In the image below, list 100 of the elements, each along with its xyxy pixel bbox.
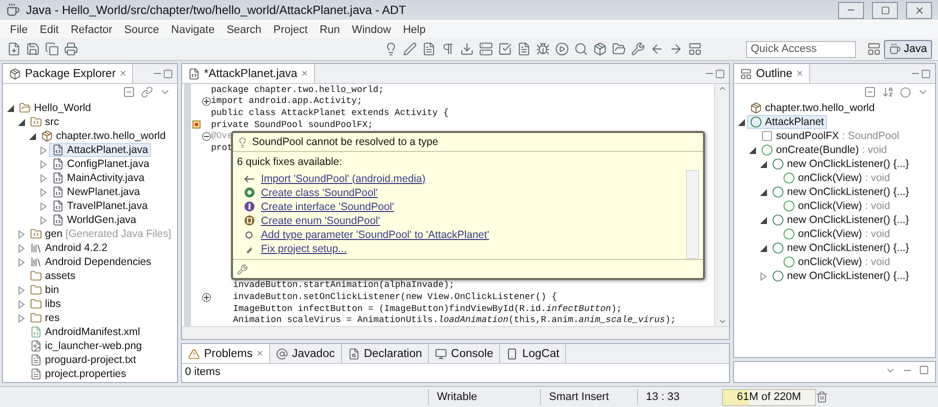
collapse-arrow-icon[interactable] <box>737 118 746 126</box>
tree-item[interactable]: TravelPlanet.java <box>49 199 151 213</box>
collapse-arrow-icon[interactable] <box>28 132 37 140</box>
quick-fix-link[interactable]: Create interface 'SoundPool' <box>243 200 686 213</box>
collapse-arrow-icon[interactable] <box>759 216 768 224</box>
quick-fix-link[interactable]: Add type parameter 'SoundPool' to 'AttackPlanet' <box>243 228 686 241</box>
tree-item[interactable]: onClick(View) : void <box>780 171 894 185</box>
checkbox-icon[interactable] <box>498 42 512 56</box>
expand-arrow-icon[interactable] <box>39 174 48 182</box>
quick-fix-link[interactable]: Create enum 'SoundPool' <box>243 214 686 227</box>
tree-item[interactable]: src <box>27 115 62 129</box>
popup-scrollbar[interactable] <box>686 170 699 259</box>
printer-icon[interactable] <box>64 42 78 56</box>
quick-fix-link[interactable]: Create class 'SoundPool' <box>243 186 686 199</box>
java-perspective-button[interactable]: Java <box>884 40 932 58</box>
tree-item[interactable]: new OnClickListener() {...} <box>769 269 912 283</box>
vertical-scrollbar[interactable] <box>714 84 729 326</box>
tree-item[interactable]: Android 4.2.2 <box>27 241 110 255</box>
tree-item[interactable]: new OnClickListener() {...} <box>769 185 912 199</box>
expand-arrow-icon[interactable] <box>17 314 26 322</box>
close-icon[interactable]: × <box>301 68 308 80</box>
tree-item[interactable]: soundPoolFX : SoundPool <box>758 129 902 143</box>
tree-item[interactable]: chapter.two.hello_world <box>38 129 169 143</box>
tree-item[interactable]: assets <box>27 269 78 283</box>
expand-arrow-icon[interactable] <box>17 230 26 238</box>
tree-item[interactable]: WorldGen.java <box>49 213 140 227</box>
quick-access-field[interactable]: Quick Access <box>746 40 856 58</box>
tree-item[interactable]: MainActivity.java <box>49 171 148 185</box>
menu-item[interactable]: Edit <box>34 24 65 36</box>
close-icon[interactable]: × <box>120 68 126 80</box>
menu-item[interactable]: Help <box>396 24 432 36</box>
back-icon[interactable] <box>650 42 664 56</box>
tree-item[interactable]: Android Dependencies <box>27 255 154 269</box>
tree-item[interactable]: new OnClickListener() {...} <box>769 213 912 227</box>
maximize-button[interactable] <box>872 2 898 18</box>
tree-item[interactable]: onClick(View) : void <box>780 199 894 213</box>
expand-arrow-icon[interactable] <box>39 202 48 210</box>
menu-item[interactable]: Run <box>314 24 346 36</box>
tree-item[interactable]: new OnClickListener() {...} <box>769 157 912 171</box>
tree-item[interactable]: res <box>27 311 63 325</box>
folder-icon[interactable] <box>612 42 626 56</box>
maximize-icon[interactable] <box>921 68 931 78</box>
collapse-all-icon[interactable] <box>123 86 135 98</box>
expand-arrow-icon[interactable] <box>39 216 48 224</box>
tree-item[interactable]: NewPlanet.java <box>49 185 143 199</box>
package-icon[interactable] <box>592 42 607 56</box>
open-perspective-icon[interactable] <box>866 42 881 56</box>
menu-item[interactable]: Refactor <box>64 24 118 36</box>
expand-arrow-icon[interactable] <box>17 258 26 266</box>
tree-item[interactable]: chapter.two.hello_world <box>747 101 878 115</box>
tree-item[interactable]: new OnClickListener() {...} <box>769 241 912 255</box>
view-tab[interactable]: Problems × <box>182 344 270 363</box>
quick-fix-link[interactable]: Fix project setup... <box>243 242 686 255</box>
maximize-icon[interactable] <box>163 68 173 78</box>
close-button[interactable] <box>906 2 932 18</box>
collapse-arrow-icon[interactable] <box>759 244 768 252</box>
copy-icon[interactable] <box>45 42 59 56</box>
expand-arrow-icon[interactable] <box>39 146 48 154</box>
tree-item[interactable]: Hello_World <box>16 101 94 115</box>
collapse-arrow-icon[interactable] <box>17 118 26 126</box>
tree-item[interactable]: libs <box>27 297 64 311</box>
save-icon[interactable] <box>26 42 40 56</box>
collapse-fold-icon[interactable] <box>202 132 210 141</box>
menu-item[interactable]: Source <box>118 24 166 36</box>
link-icon[interactable] <box>141 86 153 98</box>
tree-item[interactable]: onCreate(Bundle) : void <box>758 143 890 157</box>
expand-fold-icon[interactable] <box>202 96 210 106</box>
minimize-button[interactable] <box>838 2 864 18</box>
bug-icon[interactable] <box>536 42 550 56</box>
error-marker-icon[interactable] <box>192 120 200 130</box>
maximize-icon[interactable] <box>919 365 929 375</box>
close-icon[interactable]: × <box>256 348 264 360</box>
expand-arrow-icon[interactable] <box>17 286 26 294</box>
document-icon[interactable] <box>516 42 531 56</box>
sort-icon[interactable] <box>882 86 894 98</box>
menu-item[interactable]: Window <box>346 24 397 36</box>
horizontal-scrollbar[interactable] <box>182 326 729 339</box>
expand-arrow-icon[interactable] <box>39 160 48 168</box>
tree-item[interactable]: AttackPlanet.java <box>49 143 152 157</box>
play-icon[interactable] <box>554 42 569 56</box>
search-icon[interactable] <box>574 42 588 56</box>
tree-item[interactable]: bin <box>27 283 62 297</box>
collapse-arrow-icon[interactable] <box>759 188 768 196</box>
settings-icon[interactable] <box>237 264 248 274</box>
pen-icon[interactable] <box>402 42 417 56</box>
document-icon[interactable] <box>422 42 436 56</box>
close-icon[interactable]: × <box>796 68 803 80</box>
forward-icon[interactable] <box>668 42 683 56</box>
maximize-icon[interactable] <box>715 68 725 78</box>
tree-item[interactable]: ic_launcher-web.png <box>27 339 145 353</box>
panel-icon[interactable] <box>688 42 702 56</box>
tree-item[interactable]: proguard-project.txt <box>27 353 140 367</box>
expand-arrow-icon[interactable] <box>17 244 26 252</box>
download-icon[interactable] <box>460 42 474 56</box>
menu-item[interactable]: Navigate <box>165 24 221 36</box>
menu-item[interactable]: File <box>4 24 34 36</box>
tree-item[interactable]: ConfigPlanet.java <box>49 157 152 171</box>
view-tab[interactable]: Package Explorer × <box>3 64 134 83</box>
view-tab[interactable]: Outline × <box>734 64 810 83</box>
trash-icon[interactable] <box>816 391 828 403</box>
